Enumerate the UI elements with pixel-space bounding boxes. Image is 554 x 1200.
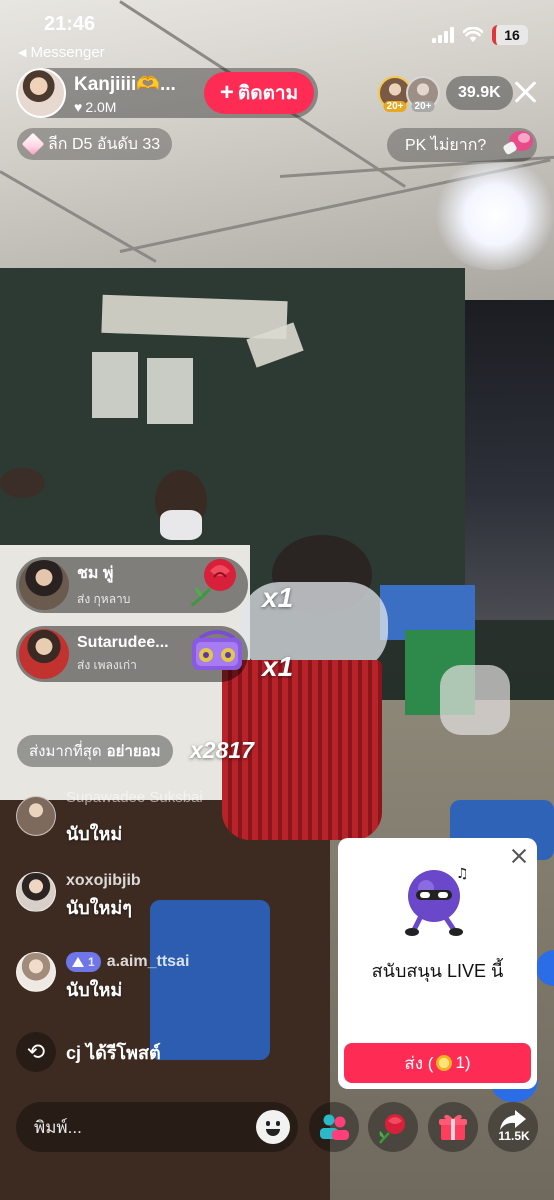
people-icon <box>320 1114 349 1140</box>
gift-notification[interactable]: Sutarudee... ส่ง เพลงเก่า <box>16 626 248 682</box>
wall-paper <box>92 352 138 418</box>
gift-notification[interactable]: ชม พู่ ส่ง กุหลาบ <box>16 557 248 613</box>
chat-text: นับใหม่ๆ <box>66 898 132 918</box>
gifter-name: Sutarudee... <box>77 633 169 651</box>
lamp-glow <box>430 160 554 270</box>
host-info-pill[interactable]: Kanjiiii🫶... ♥ 2.0M + ติดตาม <box>16 68 318 118</box>
boxing-glove-icon <box>503 131 533 155</box>
top-viewers[interactable]: 20+ 20+ 39.9K <box>378 76 513 112</box>
wifi-icon <box>463 27 483 42</box>
gifter-avatar[interactable] <box>19 629 69 679</box>
gifter-avatar[interactable] <box>19 560 69 610</box>
rose-gift-button[interactable] <box>368 1102 418 1152</box>
send-label: ส่ง ( <box>404 1053 434 1073</box>
gift-description: ส่ง เพลงเก่า <box>77 657 137 672</box>
plastic-bag <box>440 665 510 735</box>
viewer-rank: 20+ <box>383 101 407 112</box>
chat-body: 1 a.aim_ttsai นับใหม่ <box>66 952 189 1004</box>
chat-username: a.aim_ttsai <box>106 953 190 970</box>
level-triangle-icon <box>72 957 84 967</box>
send-gift-button[interactable]: ส่ง ( 1) <box>344 1043 531 1083</box>
system-icons: 16 <box>432 25 528 45</box>
comment-placeholder: พิมพ์... <box>34 1117 82 1137</box>
diamond-icon <box>21 132 45 156</box>
wall-paper <box>147 358 193 424</box>
close-icon[interactable] <box>511 848 527 864</box>
viewer-count[interactable]: 39.9K <box>446 76 513 110</box>
heart-icon: ♥ <box>74 98 83 115</box>
tape-strip <box>101 294 288 340</box>
person-head <box>0 468 45 498</box>
top-gifter-combo: x2817 <box>190 737 254 763</box>
plus-icon: + <box>219 79 234 106</box>
gift-description: ส่ง กุหลาบ <box>77 592 131 606</box>
chat-body: นับใหม่ <box>66 816 122 848</box>
viewer-avatar[interactable]: 20+ <box>406 76 440 112</box>
emoji-icon[interactable] <box>256 1110 290 1144</box>
battery-indicator: 16 <box>492 25 528 45</box>
top-gifter-pill[interactable]: ส่งมากที่สุด อย่ายอม <box>17 735 173 767</box>
viewer-rank: 20+ <box>411 101 435 112</box>
rose-icon <box>379 1114 405 1144</box>
chat-text: นับใหม่ <box>66 824 123 844</box>
league-rank-pill[interactable]: ลีก D5 อันดับ 33 <box>17 128 173 160</box>
chat-message[interactable]: 1 a.aim_ttsai นับใหม่ <box>16 952 189 1004</box>
send-price: 1) <box>455 1053 471 1072</box>
user-level-badge: 1 <box>66 952 101 972</box>
repost-text: cj ได้รีโพสต์ <box>66 1042 161 1063</box>
pk-banner[interactable]: PK ไม่ยาก? <box>387 128 537 162</box>
chat-username: xoxojibjib <box>66 872 141 889</box>
back-triangle-icon: ◀ <box>18 47 27 59</box>
cellular-signal-icon <box>432 27 454 43</box>
repost-notice: ⟲ cj ได้รีโพสต์ <box>16 1032 161 1072</box>
chat-message[interactable]: นับใหม่ <box>16 796 122 848</box>
chat-avatar[interactable] <box>16 952 56 992</box>
chat-text: นับใหม่ <box>66 980 123 1000</box>
support-title: สนับสนุน LIVE นี้ <box>371 961 504 981</box>
host-likes: ♥ 2.0M <box>74 99 176 115</box>
rose-icon <box>191 559 236 607</box>
gift-combo: x1 <box>262 582 294 613</box>
multi-guest-button[interactable] <box>309 1102 359 1152</box>
host-info: Kanjiiii🫶... ♥ 2.0M <box>74 72 176 115</box>
svg-text:♫: ♫ <box>456 866 469 882</box>
bottom-bar: พิมพ์... <box>0 1100 554 1156</box>
chat-message[interactable]: xoxojibjib นับใหม่ๆ <box>16 872 141 922</box>
gift-box-icon <box>439 1114 467 1140</box>
status-bar: 21:46 16 <box>0 0 554 46</box>
top-gifter-name: อย่ายอม <box>106 743 161 760</box>
gift-combo: x1 <box>262 651 294 682</box>
close-icon[interactable] <box>512 78 540 106</box>
gift-text: ชม พู่ ส่ง กุหลาบ <box>77 561 130 609</box>
boombox-icon <box>192 630 242 670</box>
chat-body: xoxojibjib นับใหม่ๆ <box>66 872 141 922</box>
user-level: 1 <box>88 955 95 969</box>
back-to-messenger-link[interactable]: ◀ Messenger <box>18 44 105 61</box>
clock: 21:46 <box>44 13 96 35</box>
follow-label: ติดตาม <box>237 83 299 104</box>
top-gifter-label: ส่งมากที่สุด <box>29 743 102 760</box>
host-avatar[interactable] <box>16 68 66 118</box>
face-mask <box>160 510 202 540</box>
repost-icon: ⟲ <box>16 1032 56 1072</box>
likes-count: 2.0M <box>85 98 117 115</box>
host-name: Kanjiiii🫶... <box>74 73 176 95</box>
gift-button[interactable] <box>428 1102 478 1152</box>
chat-avatar[interactable] <box>16 872 56 912</box>
back-label: Messenger <box>30 44 105 61</box>
gifter-name: ชม พู่ <box>77 565 114 582</box>
share-arrow-icon <box>500 1110 526 1130</box>
pk-label: PK ไม่ยาก? <box>405 136 487 154</box>
comment-input[interactable]: พิมพ์... <box>16 1102 298 1152</box>
mascot-icon: ♫ <box>405 866 469 936</box>
support-live-card: ♫ สนับสนุน LIVE นี้ ส่ง ( 1) <box>338 838 537 1089</box>
share-count: 11.5K <box>498 1129 530 1143</box>
follow-button[interactable]: + ติดตาม <box>204 72 314 114</box>
gift-text: Sutarudee... ส่ง เพลงเก่า <box>77 634 169 675</box>
chat-avatar[interactable] <box>16 796 56 836</box>
chat-username-row: 1 a.aim_ttsai <box>66 952 189 972</box>
share-button[interactable] <box>488 1102 538 1152</box>
league-label: ลีก D5 อันดับ 33 <box>48 135 161 153</box>
coin-icon <box>436 1055 453 1071</box>
